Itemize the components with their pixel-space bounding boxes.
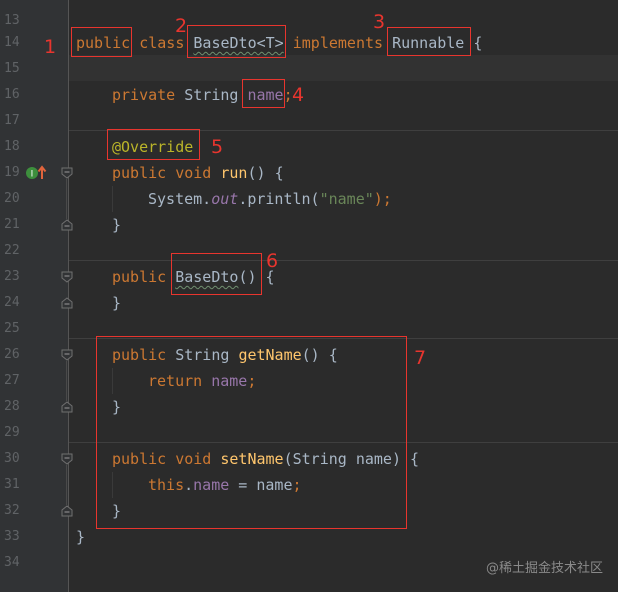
keyword-implements: implements [292,34,384,52]
line-number[interactable]: 16 [4,82,22,108]
code-line-20[interactable]: System.out.println("name"); [148,186,392,212]
highlight-box-7 [96,336,407,529]
annotation-label-1: 1 [44,36,57,58]
gutter-separator [68,0,69,592]
line-number[interactable]: 24 [4,290,22,316]
current-line-highlight [69,55,618,81]
println-call: .println( [238,190,320,208]
line-number[interactable]: 15 [4,56,22,82]
annotation-label-3: 3 [373,11,386,33]
fold-close-icon[interactable] [61,297,73,309]
keyword-private: private [112,86,176,104]
close-brace: } [112,216,122,234]
line-number[interactable]: 17 [4,108,22,134]
line-number[interactable]: 20 [4,186,22,212]
fold-open-icon[interactable] [61,167,73,179]
method-run: run [220,164,248,182]
close-brace: } [112,294,122,312]
line-number[interactable]: 29 [4,420,22,446]
highlight-box-2 [187,25,286,58]
line-number[interactable]: 18 [4,134,22,160]
highlight-box-6 [171,253,262,295]
fold-guide [66,361,67,401]
parens: () [247,164,266,182]
annotation-label-2: 2 [175,15,188,37]
line-number[interactable]: 26 [4,342,22,368]
line-number[interactable]: 32 [4,498,22,524]
highlight-box-4 [242,79,285,108]
highlight-box-3 [387,27,471,56]
annotation-label-7: 7 [414,347,427,369]
implements-method-icon[interactable]: I [25,165,49,181]
fold-close-icon[interactable] [61,219,73,231]
keyword-public: public [112,268,167,286]
system-class: System. [148,190,212,208]
call-end: ); [373,190,392,208]
open-brace: { [274,164,284,182]
fold-open-icon[interactable] [61,271,73,283]
code-line-19[interactable]: public void run() { [112,160,284,186]
keyword-void: void [175,164,212,182]
string-literal: "name" [319,190,374,208]
fold-guide [66,179,67,219]
line-number[interactable]: 31 [4,472,22,498]
keyword-public: public [112,164,167,182]
code-line-24[interactable]: } [112,290,121,316]
line-number[interactable]: 21 [4,212,22,238]
fold-open-icon[interactable] [61,453,73,465]
fold-close-icon[interactable] [61,401,73,413]
code-line-33[interactable]: } [76,524,85,550]
line-number[interactable]: 22 [4,238,22,264]
fold-guide [66,465,67,505]
fold-close-icon[interactable] [61,505,73,517]
highlight-box-1 [71,27,132,57]
line-number[interactable]: 19 [4,160,22,186]
fold-open-icon[interactable] [61,349,73,361]
line-number[interactable]: 33 [4,524,22,550]
static-out: out [211,190,239,208]
code-line-21[interactable]: } [112,212,121,238]
close-brace: } [76,528,86,546]
method-separator [69,260,618,261]
svg-text:I: I [31,170,34,180]
line-number[interactable]: 27 [4,368,22,394]
line-number[interactable]: 23 [4,264,22,290]
line-number[interactable]: 14 [4,30,22,56]
indent-guide [112,186,113,212]
type-string: String [184,86,239,104]
highlight-box-5 [107,129,200,160]
annotation-label-5: 5 [211,136,224,158]
line-number[interactable]: 25 [4,316,22,342]
watermark: @稀土掘金技术社区 [486,561,604,576]
annotation-label-6: 6 [266,250,279,272]
line-number[interactable]: 28 [4,394,22,420]
open-brace: { [473,34,483,52]
line-number[interactable]: 34 [4,550,22,576]
line-number[interactable]: 30 [4,446,22,472]
annotation-label-4: 4 [292,84,305,106]
open-brace: { [410,450,420,468]
